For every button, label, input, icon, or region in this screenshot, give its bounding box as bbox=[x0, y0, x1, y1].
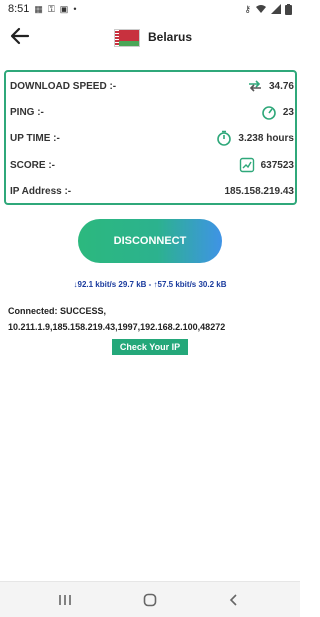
stat-ip-address: IP Address :- 185.158.219.43 bbox=[10, 182, 294, 200]
connection-status-line: Connected: SUCCESS, bbox=[8, 306, 107, 316]
vpn-key-icon: ⚷ bbox=[244, 3, 251, 14]
recents-icon[interactable] bbox=[55, 592, 75, 608]
stat-download-speed: DOWNLOAD SPEED :- 34.76 bbox=[10, 77, 294, 95]
country-name: Belarus bbox=[148, 30, 193, 44]
status-left: 8:51 ▦ ⚿ ▣ • bbox=[8, 3, 76, 15]
stats-panel: DOWNLOAD SPEED :- 34.76 PING :- 23 UP TI… bbox=[4, 70, 297, 205]
dot-icon: • bbox=[73, 3, 77, 14]
stat-value: 3.238 hours bbox=[238, 132, 294, 144]
header: Belarus bbox=[0, 22, 300, 52]
stat-value: 185.158.219.43 bbox=[224, 185, 294, 197]
stat-value: 23 bbox=[282, 106, 294, 118]
stat-uptime: UP TIME :- 3.238 hours bbox=[10, 129, 294, 147]
grid-icon: ▦ bbox=[34, 3, 43, 14]
signal-icon bbox=[271, 4, 281, 14]
check-ip-button[interactable]: Check Your IP bbox=[112, 339, 188, 355]
home-icon[interactable] bbox=[140, 592, 160, 608]
stat-label: DOWNLOAD SPEED :- bbox=[10, 80, 117, 92]
status-bar: 8:51 ▦ ⚿ ▣ • ⚷ bbox=[0, 0, 300, 18]
speed-arrows-icon bbox=[248, 80, 261, 92]
status-right: ⚷ bbox=[244, 3, 292, 15]
back-nav-icon[interactable] bbox=[224, 592, 244, 608]
system-nav-bar bbox=[0, 581, 300, 617]
belarus-flag-icon bbox=[114, 29, 140, 47]
timer-icon bbox=[217, 130, 232, 146]
image-icon: ▣ bbox=[59, 3, 69, 14]
status-time: 8:51 bbox=[8, 3, 30, 15]
stat-label: UP TIME :- bbox=[10, 132, 60, 144]
stat-label: PING :- bbox=[10, 106, 44, 118]
stat-ping: PING :- 23 bbox=[10, 103, 294, 121]
connection-details: 10.211.1.9,185.158.219.43,1997,192.168.2… bbox=[8, 322, 226, 332]
score-chart-icon bbox=[239, 157, 254, 173]
stat-label: SCORE :- bbox=[10, 159, 55, 171]
wifi-icon bbox=[256, 5, 266, 13]
battery-icon bbox=[285, 3, 292, 15]
back-arrow-icon[interactable] bbox=[8, 24, 32, 48]
stat-score: SCORE :- 637523 bbox=[10, 156, 294, 174]
stat-value: 34.76 bbox=[268, 80, 294, 92]
stat-label: IP Address :- bbox=[10, 185, 72, 197]
traffic-stats: ↓92.1 kbit/s 29.7 kB - ↑57.5 kbit/s 30.2… bbox=[73, 280, 227, 289]
key-icon: ⚿ bbox=[47, 3, 55, 14]
connection-status: Connected: SUCCESS, 10.211.1.9,185.158.2… bbox=[8, 303, 294, 335]
speedometer-icon bbox=[262, 106, 276, 120]
disconnect-button[interactable]: DISCONNECT bbox=[78, 219, 222, 263]
stat-value: 637523 bbox=[260, 159, 294, 171]
